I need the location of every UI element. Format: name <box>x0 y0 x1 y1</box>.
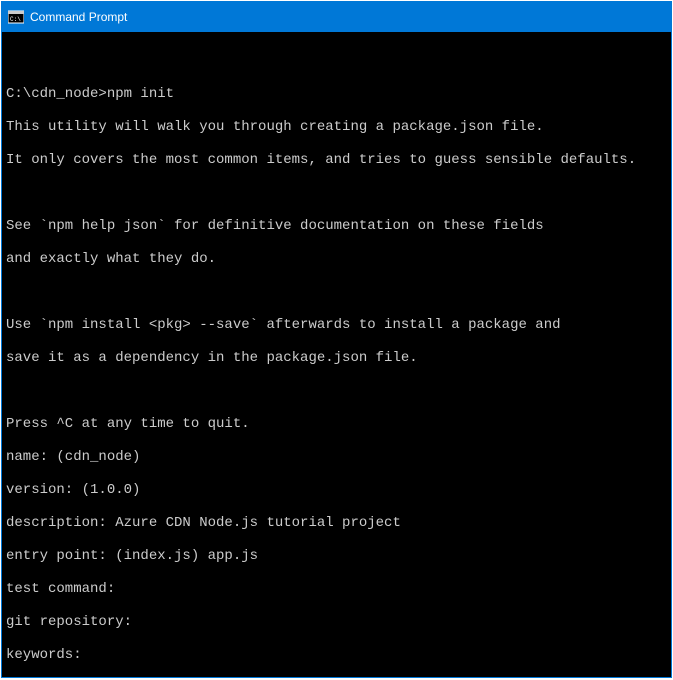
svg-text:C:\: C:\ <box>10 16 21 23</box>
output-line: version: (1.0.0) <box>6 482 667 499</box>
output-line: This utility will walk you through creat… <box>6 119 667 136</box>
output-line: See `npm help json` for definitive docum… <box>6 218 667 235</box>
terminal[interactable]: C:\cdn_node>npm init This utility will w… <box>2 32 671 677</box>
output-line: git repository: <box>6 614 667 631</box>
output-line: name: (cdn_node) <box>6 449 667 466</box>
output-line: Press ^C at any time to quit. <box>6 416 667 433</box>
output-line: entry point: (index.js) app.js <box>6 548 667 565</box>
prompt-line: C:\cdn_node>npm init <box>6 86 667 103</box>
output-line: description: Azure CDN Node.js tutorial … <box>6 515 667 532</box>
command-prompt-window: C:\ Command Prompt C:\cdn_node>npm init … <box>1 1 672 678</box>
titlebar[interactable]: C:\ Command Prompt <box>2 2 671 32</box>
cmd-icon: C:\ <box>8 9 24 25</box>
output-line: It only covers the most common items, an… <box>6 152 667 169</box>
window-title: Command Prompt <box>30 10 127 24</box>
output-line: test command: <box>6 581 667 598</box>
output-line: keywords: <box>6 647 667 664</box>
output-line: Use `npm install <pkg> --save` afterward… <box>6 317 667 334</box>
output-line: and exactly what they do. <box>6 251 667 268</box>
output-line: save it as a dependency in the package.j… <box>6 350 667 367</box>
